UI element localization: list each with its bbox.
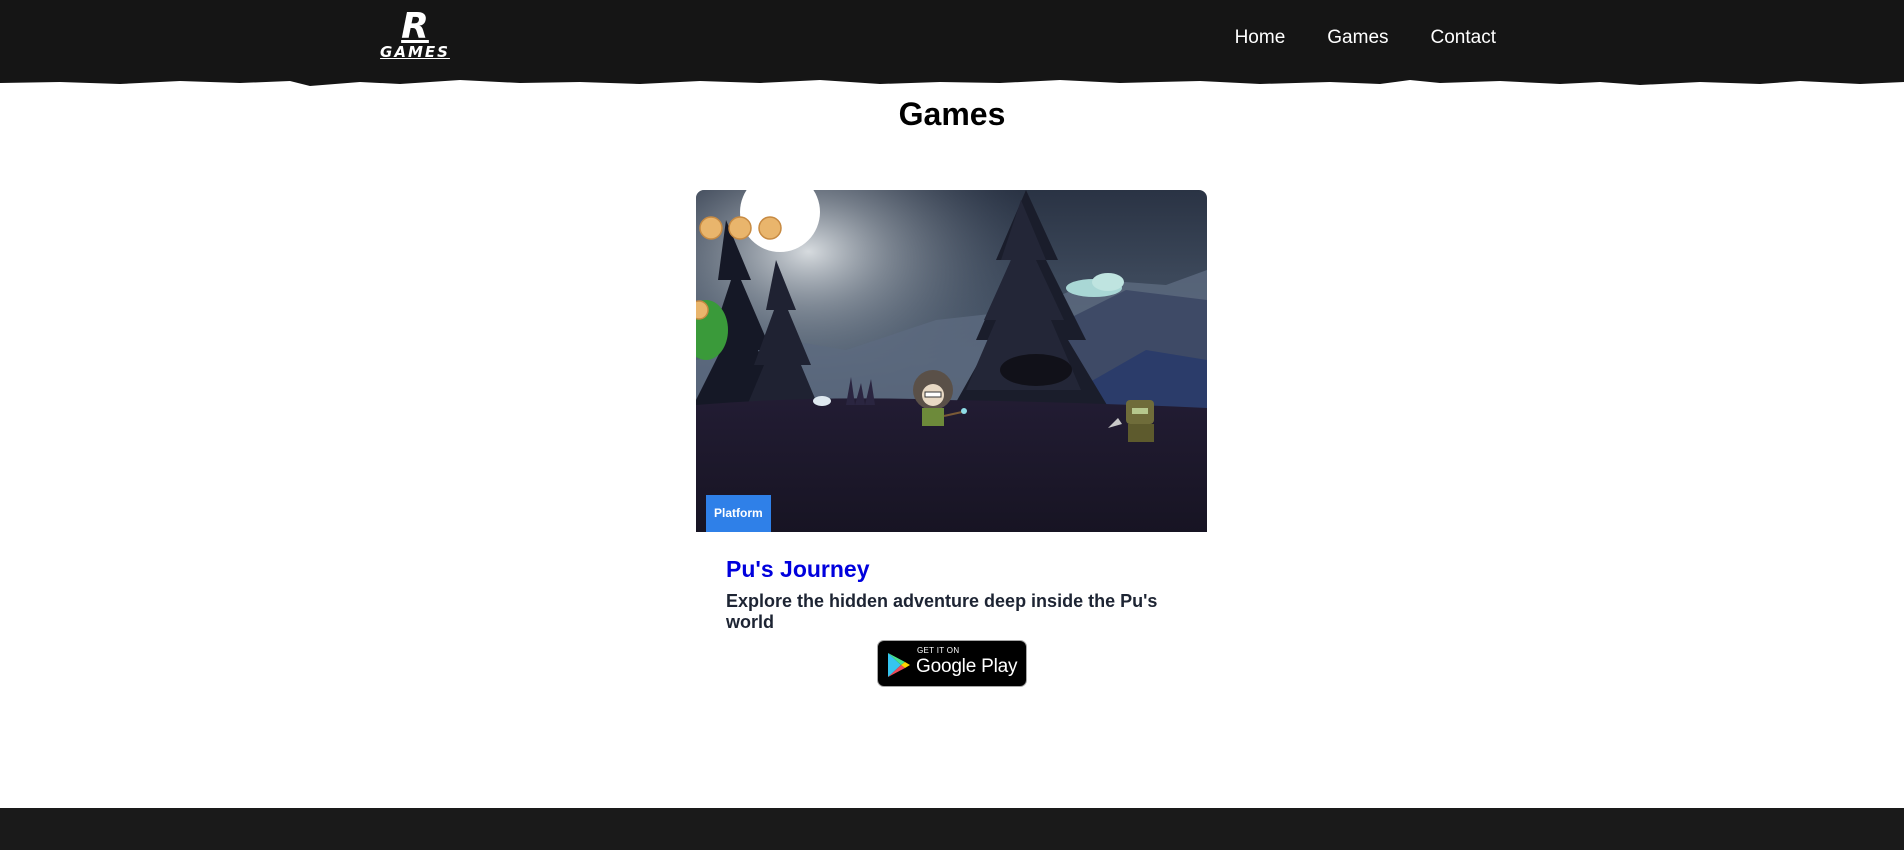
- torn-header-background: [0, 0, 1904, 86]
- logo-word: GAMES: [380, 43, 450, 61]
- store-button-small-text: GET IT ON: [917, 646, 960, 655]
- site-header: R GAMES Home Games Contact: [0, 0, 1904, 86]
- game-card: Platform Pu's Journey Explore the hidden…: [696, 190, 1207, 687]
- game-scene-illustration: [696, 190, 1207, 532]
- game-screenshot[interactable]: Platform: [696, 190, 1207, 532]
- nav-link-games[interactable]: Games: [1327, 27, 1388, 49]
- nav-link-contact[interactable]: Contact: [1431, 27, 1496, 49]
- nav-link-home[interactable]: Home: [1235, 27, 1286, 49]
- game-title-link[interactable]: Pu's Journey: [726, 556, 870, 583]
- game-description: Explore the hidden adventure deep inside…: [726, 591, 1158, 632]
- logo-letter: R: [401, 6, 429, 47]
- site-logo[interactable]: R GAMES: [378, 6, 452, 64]
- page-title: Games: [898, 96, 1006, 132]
- site-footer: [0, 808, 1904, 850]
- genre-badge: Platform: [706, 495, 771, 532]
- google-play-icon: [888, 653, 910, 677]
- main-nav: Home Games Contact: [1193, 27, 1496, 49]
- google-play-button[interactable]: GET IT ON Google Play: [877, 640, 1027, 687]
- store-button-big-text: Google Play: [916, 656, 1018, 677]
